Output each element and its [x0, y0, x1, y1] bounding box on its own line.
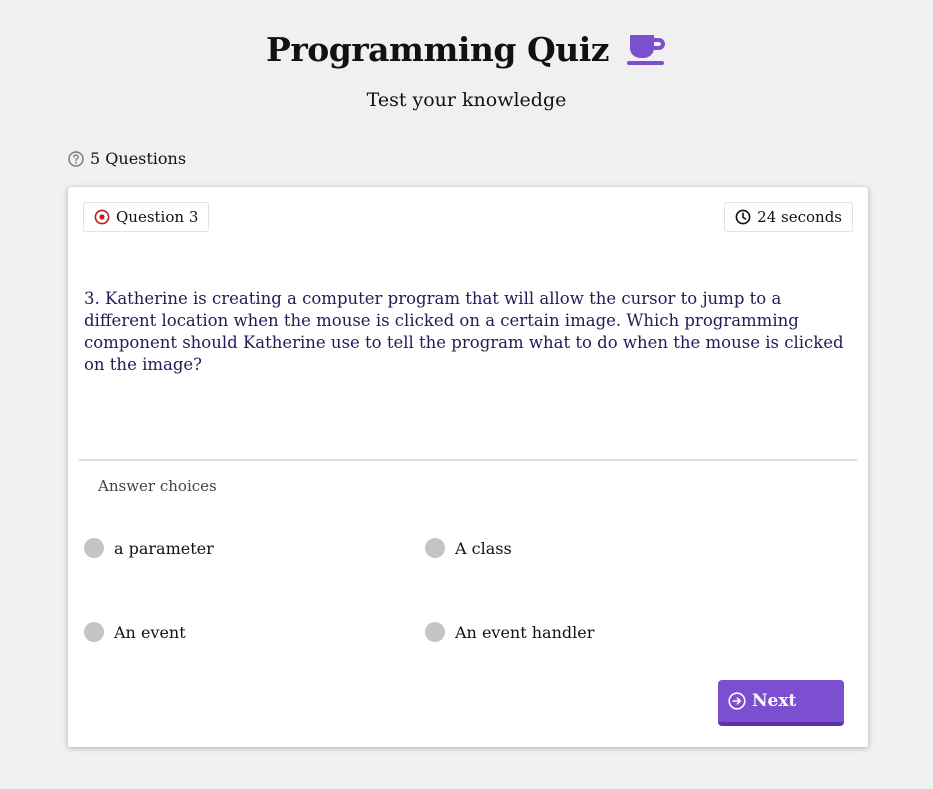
answer-choice-a-parameter[interactable]: a parameter	[84, 538, 214, 558]
timer-label: 24 seconds	[757, 208, 842, 226]
answer-choice-label: An event handler	[455, 622, 595, 642]
timer-badge: 24 seconds	[724, 202, 853, 232]
quiz-card: Question 3 24 seconds 3. Katherine is cr…	[68, 187, 868, 747]
answer-choice-label: A class	[455, 538, 512, 558]
divider	[79, 459, 857, 461]
coffee-cup-icon	[627, 35, 665, 65]
arrow-circle-right-icon	[728, 692, 746, 710]
answer-choice-a-class[interactable]: A class	[425, 538, 512, 558]
radio-button[interactable]	[84, 622, 104, 642]
answer-choice-label: a parameter	[114, 538, 214, 558]
target-icon	[94, 209, 110, 225]
question-count-label: 5 Questions	[90, 149, 187, 168]
clock-icon	[735, 209, 751, 225]
radio-button[interactable]	[425, 538, 445, 558]
question-number-badge: Question 3	[83, 202, 210, 232]
page-subtitle: Test your knowledge	[366, 89, 567, 111]
radio-button[interactable]	[84, 538, 104, 558]
radio-button[interactable]	[425, 622, 445, 642]
question-count: 5 Questions	[68, 149, 186, 168]
title-row: Programming Quiz	[0, 26, 933, 72]
next-button[interactable]: Next	[718, 680, 844, 726]
question-number-label: Question 3	[116, 208, 199, 226]
question-circle-icon	[68, 150, 84, 167]
page-title: Programming Quiz	[266, 29, 610, 69]
answer-choice-an-event[interactable]: An event	[84, 622, 186, 642]
answer-choices-label: Answer choices	[98, 477, 217, 495]
next-button-label: Next	[752, 691, 797, 711]
question-text: 3. Katherine is creating a computer prog…	[84, 289, 844, 374]
answer-choice-an-event-handler[interactable]: An event handler	[425, 622, 594, 642]
answer-choice-label: An event	[114, 622, 186, 642]
